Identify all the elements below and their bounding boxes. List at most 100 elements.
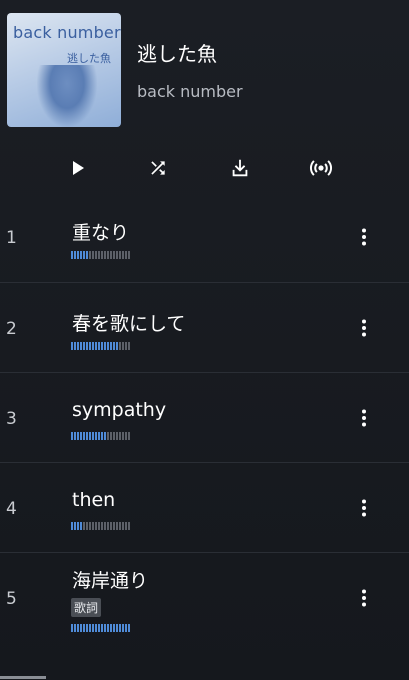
more-options-button[interactable] <box>351 224 377 250</box>
track-number: 1 <box>6 228 17 248</box>
radio-button[interactable] <box>303 150 339 186</box>
popularity-segment <box>89 251 91 259</box>
popularity-segment <box>95 432 97 440</box>
track-row[interactable]: 2 春を歌にして <box>0 282 409 372</box>
popularity-segment <box>110 342 112 350</box>
play-icon <box>73 161 84 175</box>
popularity-segment <box>95 522 97 530</box>
popularity-segment <box>128 522 130 530</box>
popularity-segment <box>110 251 112 259</box>
popularity-segment <box>107 251 109 259</box>
album-header: back number 逃した魚 逃した魚 back number <box>0 0 409 140</box>
popularity-segment <box>98 342 100 350</box>
more-vert-icon <box>362 589 366 607</box>
track-number: 4 <box>6 499 17 519</box>
popularity-segment <box>116 342 118 350</box>
cover-title-text: 逃した魚 <box>67 52 111 65</box>
more-options-button[interactable] <box>351 405 377 431</box>
popularity-segment <box>92 624 94 632</box>
more-options-button[interactable] <box>351 495 377 521</box>
popularity-segment <box>116 522 118 530</box>
scroll-indicator <box>0 676 46 679</box>
popularity-segment <box>104 342 106 350</box>
track-title: sympathy <box>72 399 167 421</box>
popularity-segment <box>74 624 76 632</box>
album-cover[interactable]: back number 逃した魚 <box>7 13 121 127</box>
popularity-segment <box>77 432 79 440</box>
popularity-segment <box>104 432 106 440</box>
track-number: 5 <box>6 589 17 609</box>
popularity-segment <box>101 624 103 632</box>
popularity-segment <box>77 522 79 530</box>
popularity-segment <box>95 342 97 350</box>
popularity-segment <box>116 432 118 440</box>
popularity-bar <box>71 522 133 530</box>
album-artist[interactable]: back number <box>137 82 243 101</box>
popularity-segment <box>128 251 130 259</box>
track-number: 2 <box>6 319 17 339</box>
popularity-segment <box>110 624 112 632</box>
popularity-segment <box>98 522 100 530</box>
shuffle-button[interactable] <box>140 150 176 186</box>
popularity-segment <box>92 251 94 259</box>
popularity-segment <box>89 522 91 530</box>
popularity-segment <box>80 432 82 440</box>
popularity-segment <box>98 624 100 632</box>
popularity-segment <box>125 624 127 632</box>
track-title: 海岸通り <box>72 570 149 592</box>
popularity-segment <box>80 624 82 632</box>
popularity-segment <box>113 251 115 259</box>
track-row[interactable]: 1 重なり <box>0 192 409 282</box>
popularity-segment <box>80 342 82 350</box>
more-options-button[interactable] <box>351 315 377 341</box>
more-vert-icon <box>362 499 366 517</box>
popularity-segment <box>101 251 103 259</box>
popularity-segment <box>86 432 88 440</box>
popularity-segment <box>119 251 121 259</box>
track-title: 春を歌にして <box>72 313 186 335</box>
popularity-segment <box>71 624 73 632</box>
broadcast-icon <box>309 160 333 176</box>
popularity-segment <box>77 624 79 632</box>
popularity-segment <box>122 432 124 440</box>
track-row[interactable]: 4 then <box>0 462 409 552</box>
popularity-segment <box>125 342 127 350</box>
popularity-segment <box>74 342 76 350</box>
more-vert-icon <box>362 319 366 337</box>
popularity-segment <box>92 432 94 440</box>
popularity-segment <box>83 522 85 530</box>
popularity-segment <box>98 432 100 440</box>
popularity-bar <box>71 624 133 632</box>
track-title: 重なり <box>72 222 130 244</box>
popularity-segment <box>101 522 103 530</box>
shuffle-icon <box>151 161 165 175</box>
popularity-bar <box>71 342 133 350</box>
popularity-segment <box>89 624 91 632</box>
popularity-segment <box>119 522 121 530</box>
popularity-segment <box>95 251 97 259</box>
track-row[interactable]: 5 海岸通り 歌詞 <box>0 552 409 642</box>
popularity-segment <box>86 522 88 530</box>
popularity-segment <box>116 251 118 259</box>
popularity-segment <box>104 522 106 530</box>
popularity-segment <box>71 251 73 259</box>
popularity-segment <box>128 342 130 350</box>
play-button[interactable] <box>60 150 96 186</box>
track-list: 1 重なり 2 春を歌にして 3 sympathy 4 then 5 海岸通り … <box>0 192 409 642</box>
track-row[interactable]: 3 sympathy <box>0 372 409 462</box>
popularity-segment <box>122 624 124 632</box>
popularity-segment <box>128 624 130 632</box>
popularity-segment <box>113 522 115 530</box>
popularity-segment <box>101 342 103 350</box>
popularity-segment <box>104 251 106 259</box>
popularity-segment <box>80 251 82 259</box>
popularity-segment <box>80 522 82 530</box>
popularity-segment <box>125 432 127 440</box>
popularity-segment <box>113 624 115 632</box>
more-options-button[interactable] <box>351 585 377 611</box>
more-vert-icon <box>362 228 366 246</box>
album-controls <box>0 150 409 186</box>
popularity-bar <box>71 251 133 259</box>
popularity-segment <box>119 432 121 440</box>
download-button[interactable] <box>222 150 258 186</box>
